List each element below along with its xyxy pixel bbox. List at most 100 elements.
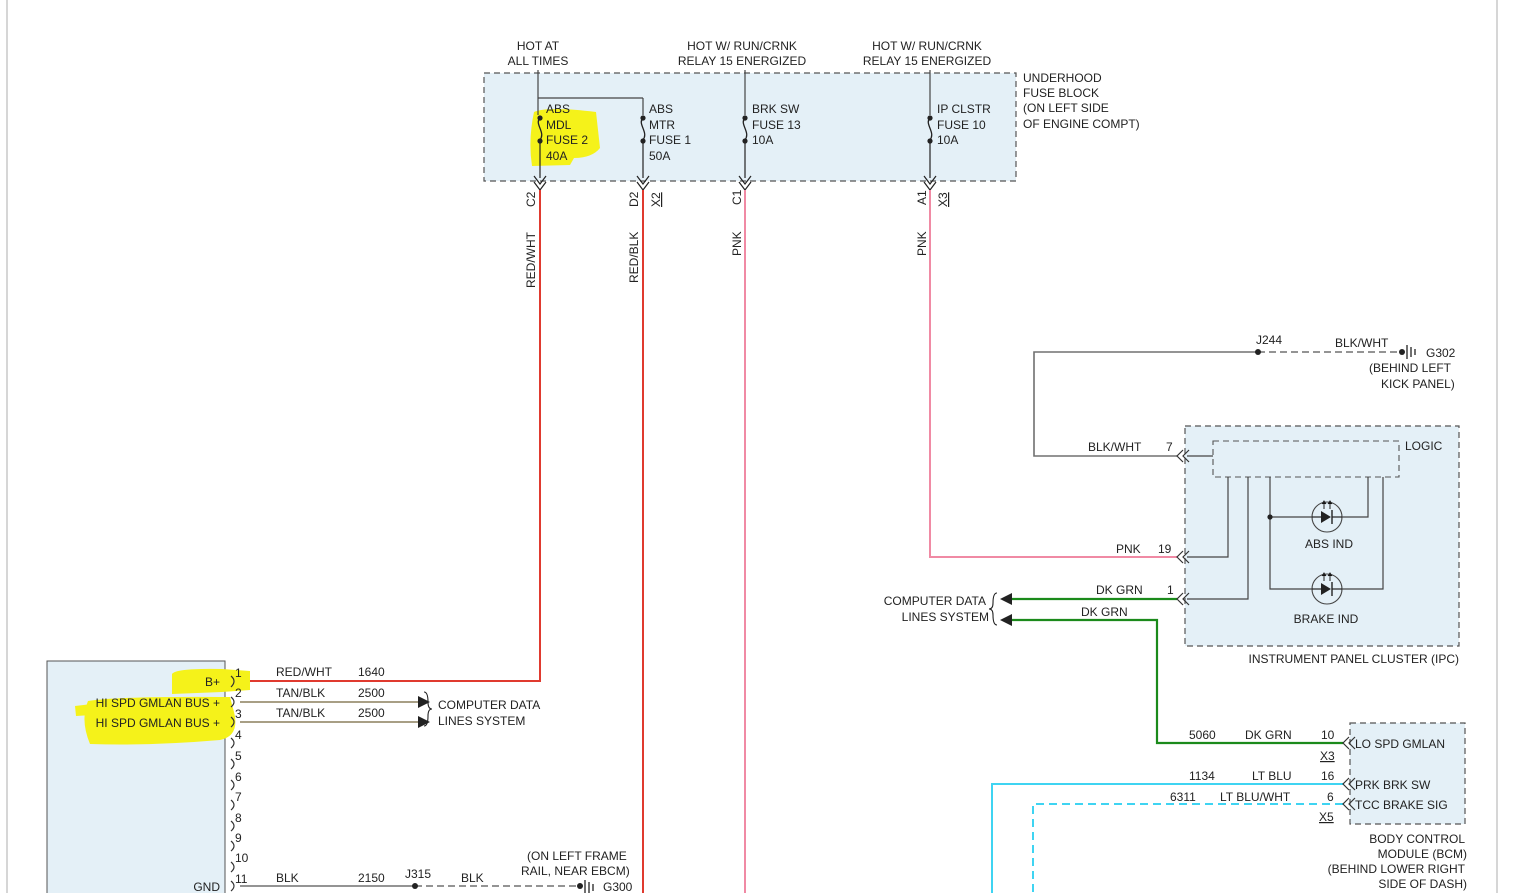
ground-g300-loc-line1: (ON LEFT FRAME (527, 849, 627, 863)
bcm-pin-label-prk-brk: PRK BRK SW (1355, 778, 1431, 792)
wire-blk-wht-g302-label: BLK/WHT (1335, 336, 1389, 350)
bcm-pin-6: 6 (1327, 790, 1334, 804)
ebcm-pin-4: 4 (235, 728, 242, 742)
fuse-brk-sw-line2: FUSE 13 (752, 118, 801, 132)
ground-g302-group: J244 BLK/WHT G302 (BEHIND LEFT KICK PANE… (1255, 333, 1456, 391)
fuse-block-title-line1: UNDERHOOD (1023, 71, 1102, 85)
ground-g300-icon (584, 880, 594, 893)
bcm-name-line2: MODULE (BCM) (1378, 847, 1467, 861)
fuse-abs-mtr-line1: ABS (649, 102, 673, 116)
splice-j244-label: J244 (1256, 333, 1282, 347)
computer-data-right-line1: COMPUTER DATA (884, 594, 986, 608)
fuse-header-2-line1: HOT W/ RUN/CRNK (687, 39, 797, 53)
ipc-pin-7: 7 (1166, 440, 1173, 454)
ground-g302-loc-line1: (BEHIND LEFT (1369, 361, 1452, 375)
fuse-block-title-line4: OF ENGINE COMPT) (1023, 117, 1140, 131)
ipc-wire-dk-grn-label: DK GRN (1096, 583, 1143, 597)
ebcm-pin-3: 3 (235, 707, 242, 721)
ebcm-pin-5: 5 (235, 749, 242, 763)
wire-label-pnk-1: PNK (730, 231, 744, 256)
bcm-name-line4: SIDE OF DASH) (1378, 877, 1467, 891)
ipc-name: INSTRUMENT PANEL CLUSTER (IPC) (1249, 652, 1459, 666)
fuse-block-title-line2: FUSE BLOCK (1023, 86, 1099, 100)
fuse-abs-mdl-line1: ABS (546, 102, 570, 116)
ebcm-pin-8: 8 (235, 811, 242, 825)
ebcm-circuit-2500-a: 2500 (358, 686, 385, 700)
splice-j244 (1255, 349, 1261, 355)
ebcm-pin-11: 11 (235, 872, 248, 886)
wire-red-wht-1640 (240, 190, 541, 682)
ground-g302-point (1399, 349, 1405, 355)
ebcm-highlight-gmlan-tail (75, 704, 92, 716)
fuse-ip-clstr-line2: FUSE 10 (937, 118, 986, 132)
ebcm-circuit-2150: 2150 (358, 871, 385, 885)
abs-ind-label: ABS IND (1305, 537, 1353, 551)
fuse-abs-mdl-line3: FUSE 2 (546, 133, 588, 147)
ebcm-wire-red-wht: RED/WHT (276, 665, 333, 679)
ebcm-pin-6: 6 (235, 770, 242, 784)
connector-x2: X2 (649, 192, 663, 207)
ebcm-pin-numbers: 1 2 3 4 5 6 7 8 9 10 11 (235, 666, 249, 886)
wire-label-pnk-2: PNK (915, 231, 929, 256)
ground-g302-loc-line2: KICK PANEL) (1381, 377, 1455, 391)
ipc-logic-label: LOGIC (1405, 439, 1443, 453)
ebcm-wire-blk: BLK (276, 871, 299, 885)
ebcm-pin-label-gmlan-3: HI SPD GMLAN BUS + (96, 716, 220, 730)
ground-g300-label: G300 (603, 880, 633, 893)
fuse-abs-mdl-line2: MDL (546, 118, 572, 132)
ebcm-pin-label-bplus: B+ (205, 675, 220, 689)
computer-data-right-line2: LINES SYSTEM (902, 610, 989, 624)
fuse-ip-clstr-line1: IP CLSTR (937, 102, 991, 116)
ebcm-wire-tan-blk-3: TAN/BLK (276, 706, 325, 720)
fuse-header-1-line1: HOT AT (517, 39, 560, 53)
fuse-abs-mtr-line3: FUSE 1 (649, 133, 691, 147)
fuse-block-title-line3: (ON LEFT SIDE (1023, 101, 1109, 115)
ground-g302-label: G302 (1426, 346, 1456, 360)
terminal-a1: A1 (915, 190, 929, 205)
bcm-circuit-6311: 6311 (1170, 790, 1196, 804)
fuse-abs-mtr-line4: 50A (649, 149, 670, 163)
fuse-header-3-line1: HOT W/ RUN/CRNK (872, 39, 982, 53)
fuse-abs-mdl-line4: 40A (546, 149, 567, 163)
wire-dk-grn-label-2: DK GRN (1081, 605, 1128, 619)
wire-label-red-blk: RED/BLK (627, 232, 641, 283)
bcm-connector-x3: X3 (1320, 749, 1335, 763)
ebcm-pin-2: 2 (235, 686, 242, 700)
bcm-circuit-5060: 5060 (1189, 728, 1216, 742)
wiring-diagram: HOT AT ALL TIMES HOT W/ RUN/CRNK RELAY 1… (6, 0, 1498, 893)
terminal-c1: C1 (730, 189, 744, 205)
ebcm-pin-label-gnd: GND (193, 880, 220, 893)
computer-data-left-line1: COMPUTER DATA (438, 698, 540, 712)
fuse-header-3-line2: RELAY 15 ENERGIZED (863, 54, 992, 68)
splice-j315-label: J315 (405, 867, 431, 881)
ground-g302-icon (1406, 345, 1416, 359)
fuse-block-title: UNDERHOOD FUSE BLOCK (ON LEFT SIDE OF EN… (1023, 71, 1140, 131)
ebcm-wire-tan-blk-2: TAN/BLK (276, 686, 325, 700)
fuse-header-2-line2: RELAY 15 ENERGIZED (678, 54, 807, 68)
ipc-wire-pnk-label: PNK (1116, 542, 1141, 556)
wire-lt-blu-wht-6311 (1032, 803, 1343, 893)
fuse-ip-clstr-line3: 10A (937, 133, 958, 147)
bcm-circuit-1134: 1134 (1189, 769, 1215, 783)
fuse-block-headers: HOT AT ALL TIMES HOT W/ RUN/CRNK RELAY 1… (508, 39, 992, 68)
fuse-brk-sw-line1: BRK SW (752, 102, 800, 116)
wire-pnk-ipc (929, 190, 1177, 558)
ebcm-pin-1: 1 (235, 666, 242, 680)
fuse-brk-sw-line3: 10A (752, 133, 773, 147)
ipc-pin-19: 19 (1158, 542, 1172, 556)
terminal-c2: C2 (524, 191, 538, 207)
bcm-wire-lt-blu-wht: LT BLU/WHT (1220, 790, 1291, 804)
wire-blk-g300-label: BLK (461, 871, 484, 885)
ebcm-pin-10: 10 (235, 851, 249, 865)
bcm-wire-lt-blu: LT BLU (1252, 769, 1292, 783)
computer-data-left-arrows (418, 691, 433, 728)
ebcm-pin-9: 9 (235, 831, 242, 845)
ipc-wire-blk-wht-label: BLK/WHT (1088, 440, 1142, 454)
wire-lt-blu-1134 (991, 783, 1343, 893)
wire-label-red-wht: RED/WHT (524, 231, 538, 288)
ebcm-circuit-2500-b: 2500 (358, 706, 385, 720)
ipc-junction-dot (1267, 514, 1273, 520)
ebcm-circuit-1640: 1640 (358, 665, 385, 679)
bcm-pin-label-lo-spd: LO SPD GMLAN (1355, 737, 1445, 751)
fuse-header-1-line2: ALL TIMES (508, 54, 569, 68)
